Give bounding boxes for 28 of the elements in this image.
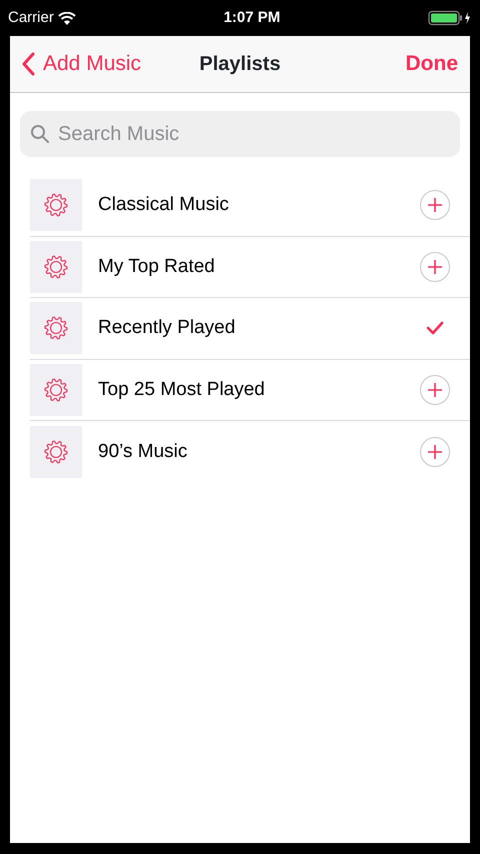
add-button[interactable]	[420, 252, 450, 282]
wifi-icon	[58, 12, 76, 24]
clock-time: 1:07 PM	[224, 8, 280, 28]
screen-title: Playlists	[199, 53, 281, 75]
done-button[interactable]: Done	[406, 48, 458, 80]
add-button[interactable]	[420, 436, 450, 467]
plus-icon	[427, 444, 443, 460]
gear-icon	[43, 315, 69, 342]
playlist-name: Recently Played	[98, 316, 236, 340]
plus-icon	[427, 258, 443, 275]
gear-icon	[43, 192, 69, 218]
add-button[interactable]	[420, 190, 450, 220]
add-button[interactable]	[420, 374, 450, 405]
playlist-name: Top 25 Most Played	[98, 378, 266, 402]
playlist-name: My Top Rated	[98, 254, 216, 278]
back-button[interactable]: Add Music	[22, 48, 142, 80]
battery-icon	[428, 10, 472, 26]
plus-icon	[427, 197, 443, 214]
back-icon	[22, 52, 35, 76]
gear-icon	[43, 254, 69, 280]
playlist-name: Classical Music	[98, 193, 230, 217]
search-icon	[30, 124, 50, 144]
carrier-name: Carrier	[8, 8, 54, 28]
gear-icon	[43, 376, 69, 403]
search-field[interactable]: Search Music	[20, 111, 460, 157]
gear-icon	[43, 438, 69, 465]
plus-icon	[427, 382, 443, 398]
playlist-name: 90’s Music	[98, 440, 188, 464]
